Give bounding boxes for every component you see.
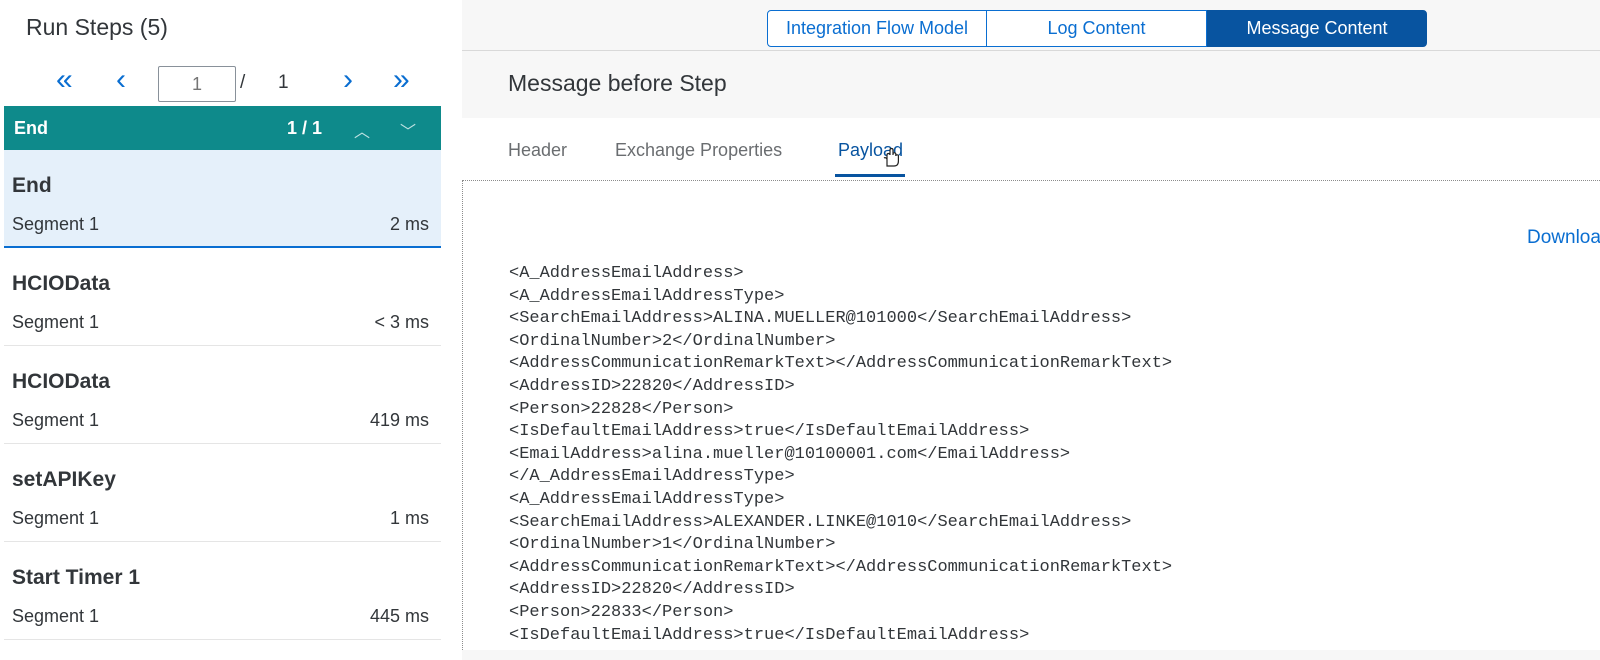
payload-line: <SearchEmailAddress>ALEXANDER.LINKE@1010… <box>509 512 1132 532</box>
next-page-icon[interactable]: › <box>343 65 353 95</box>
step-duration: < 3 ms <box>374 312 429 332</box>
payload-line: <AddressID>22820</AddressID> <box>509 580 795 600</box>
message-content-button[interactable]: Message Content <box>1207 10 1427 47</box>
step-segment: Segment 1 <box>12 312 100 332</box>
payload-line: <AddressCommunicationRemarkText></Addres… <box>509 354 1173 374</box>
run-step-list: End Segment 1 2 ms HCIOData Segment 1 < … <box>4 150 441 640</box>
payload-line: <OrdinalNumber>1</OrdinalNumber> <box>509 535 836 555</box>
payload-line: <A_AddressEmailAddressType> <box>509 489 785 509</box>
step-name: HCIOData <box>12 272 111 295</box>
step-duration: 419 ms <box>369 410 429 430</box>
step-name: setAPIKey <box>12 468 116 491</box>
run-steps-panel: Run Steps (5) « ‹ / 1 › » End 1 / 1 ︿ ﹀ … <box>0 0 441 660</box>
run-step-item[interactable]: Start Timer 1 Segment 1 445 ms <box>4 542 441 640</box>
payload-line: <AddressCommunicationRemarkText></Addres… <box>509 557 1173 577</box>
log-content-button[interactable]: Log Content <box>987 10 1207 47</box>
tab-header[interactable]: Header <box>508 140 567 161</box>
payload-line: <A_AddressEmailAddress> <box>509 264 744 283</box>
page-total: 1 <box>278 72 289 93</box>
chevron-down-icon[interactable]: ﹀ <box>400 118 416 142</box>
previous-page-icon[interactable]: ‹ <box>116 65 126 95</box>
payload-viewer: Download <A_AddressEmailAddress><A_Addre… <box>462 180 1600 650</box>
payload-line: <Person>22828</Person> <box>509 399 734 419</box>
payload-line: <OrdinalNumber>2</OrdinalNumber> <box>509 331 836 351</box>
tab-exchange-properties[interactable]: Exchange Properties <box>615 140 782 161</box>
page-number-input[interactable] <box>158 66 236 102</box>
group-header-bar: End 1 / 1 ︿ ﹀ <box>4 106 441 150</box>
step-name: HCIOData <box>12 370 111 393</box>
first-page-icon[interactable]: « <box>56 65 73 95</box>
view-segmented-control: Integration Flow Model Log Content Messa… <box>767 10 1427 47</box>
run-step-item[interactable]: HCIOData Segment 1 < 3 ms <box>4 248 441 346</box>
payload-line: <EmailAddress>alina.mueller@10100001.com… <box>509 444 1071 464</box>
run-steps-title: Run Steps (5) <box>26 14 168 40</box>
integration-flow-model-button[interactable]: Integration Flow Model <box>767 10 987 47</box>
step-duration: 445 ms <box>369 606 429 626</box>
step-segment: Segment 1 <box>12 410 100 430</box>
payload-line: <SearchEmailAddress>ALINA.MUELLER@101000… <box>509 309 1132 329</box>
step-segment: Segment 1 <box>12 606 100 626</box>
step-name: Start Timer 1 <box>12 566 140 589</box>
run-step-item[interactable]: setAPIKey Segment 1 1 ms <box>4 444 441 542</box>
download-link[interactable]: Download <box>1527 227 1600 249</box>
payload-line: <Person>22833</Person> <box>509 602 734 622</box>
active-tab-indicator <box>835 174 905 177</box>
message-tabbar: Header Exchange Properties Payload <box>462 118 1600 180</box>
run-step-item[interactable]: HCIOData Segment 1 419 ms <box>4 346 441 444</box>
payload-line: <AddressID>22820</AddressID> <box>509 376 795 396</box>
step-duration: 1 ms <box>389 508 429 528</box>
chevron-up-icon[interactable]: ︿ <box>354 118 370 142</box>
group-count: 1 / 1 <box>287 118 323 138</box>
hand-cursor-icon <box>883 147 899 167</box>
payload-code: <A_AddressEmailAddress> <A_AddressEmailAd… <box>509 263 1172 647</box>
message-panel: Integration Flow Model Log Content Messa… <box>462 0 1600 660</box>
step-name: End <box>12 174 52 197</box>
divider <box>462 50 1600 51</box>
step-duration: 2 ms <box>389 214 429 234</box>
message-title: Message before Step <box>508 70 727 96</box>
page-separator: / <box>240 72 246 93</box>
step-segment: Segment 1 <box>12 214 100 234</box>
run-step-item[interactable]: End Segment 1 2 ms <box>4 150 441 248</box>
last-page-icon[interactable]: » <box>393 65 410 95</box>
payload-line: <A_AddressEmailAddressType> <box>509 286 785 306</box>
step-segment: Segment 1 <box>12 508 100 528</box>
pager: « ‹ / 1 › » <box>0 62 441 104</box>
payload-line: </A_AddressEmailAddressType> <box>509 467 795 487</box>
payload-line: <IsDefaultEmailAddress>true</IsDefaultEm… <box>509 625 1030 645</box>
payload-line: <IsDefaultEmailAddress>true</IsDefaultEm… <box>509 422 1030 442</box>
group-title: End <box>14 118 48 138</box>
